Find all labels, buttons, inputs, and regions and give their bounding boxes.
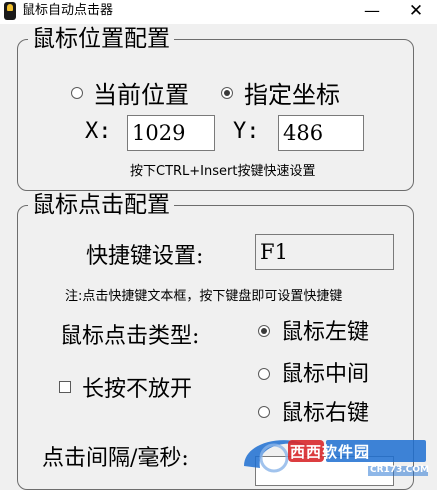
position-hint: 按下CTRL+Insert按键快速设置 [130, 164, 316, 179]
close-button[interactable]: ✕ [398, 0, 434, 24]
hotkey-input[interactable]: F1 [255, 234, 394, 270]
hotkey-note: 注:点击快捷键文本框，按下键盘即可设置快捷键 [65, 289, 343, 304]
minimize-button[interactable]: — [354, 0, 390, 24]
x-coordinate-input[interactable]: 1029 [127, 115, 215, 151]
hotkey-label: 快捷键设置: [86, 244, 204, 269]
watermark-url: CR173.COM [370, 465, 429, 475]
interval-label: 点击间隔/毫秒: [42, 446, 189, 471]
watermark-logo: 西西软件园 CR173.COM [238, 428, 437, 480]
position-config-legend: 鼠标位置配置 [32, 26, 170, 52]
radio-specified-coords-label[interactable]: 指定坐标 [244, 75, 340, 110]
long-press-label[interactable]: 长按不放开 [82, 371, 192, 403]
radio-current-position-circle[interactable] [71, 87, 83, 99]
x-label: X: [85, 119, 112, 144]
watermark-brand: 西西软件园 [290, 443, 371, 461]
radio-left-button-circle[interactable] [258, 325, 270, 337]
radio-right-button-circle[interactable] [258, 406, 270, 418]
y-coordinate-input[interactable]: 486 [278, 115, 364, 151]
radio-middle-button-label[interactable]: 鼠标中间 [281, 356, 369, 388]
click-config-legend: 鼠标点击配置 [32, 192, 170, 218]
radio-right-button-label[interactable]: 鼠标右键 [281, 395, 369, 427]
title-bar: 鼠标自动点击器 — ✕ [0, 0, 437, 24]
radio-specified-coords-circle[interactable] [221, 87, 233, 99]
window-title: 鼠标自动点击器 [22, 3, 114, 18]
click-type-label: 鼠标点击类型: [60, 324, 200, 349]
radio-middle-button-circle[interactable] [258, 368, 270, 380]
radio-current-position-label[interactable]: 当前位置 [93, 75, 189, 110]
long-press-checkbox-box[interactable] [59, 381, 71, 393]
app-icon [4, 2, 16, 20]
radio-left-button-label[interactable]: 鼠标左键 [281, 314, 369, 346]
y-label: Y: [233, 119, 260, 144]
